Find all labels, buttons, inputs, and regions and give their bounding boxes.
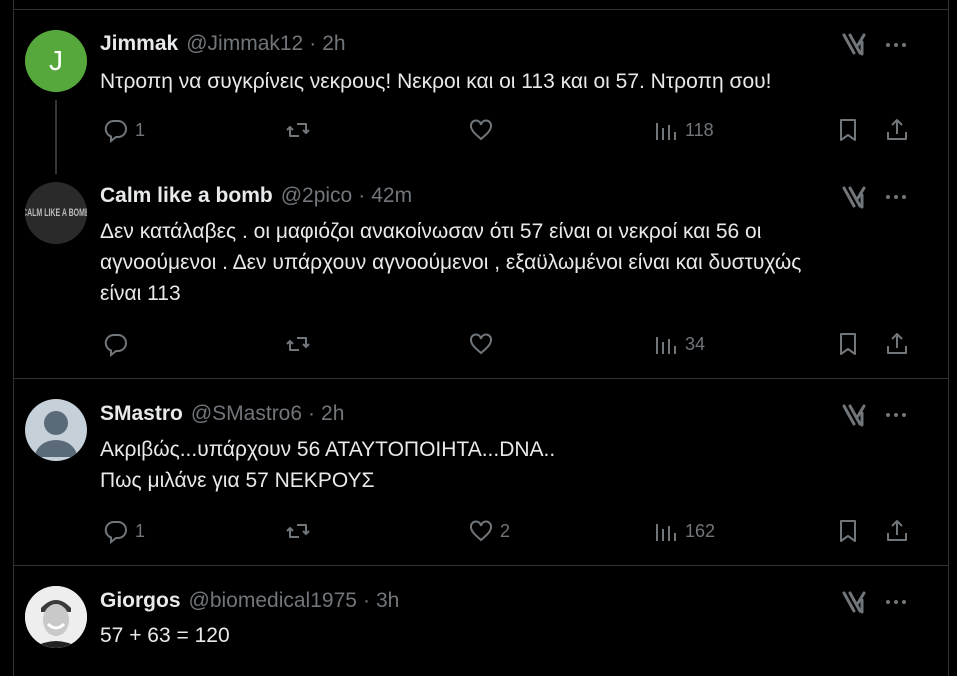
reply-icon (104, 333, 127, 357)
separator-dot: · (308, 402, 316, 425)
like-button[interactable] (468, 329, 500, 359)
tweet-text-line: Ντροπη να συγκρίνεις νεκρους! Νεκροι και… (100, 70, 772, 93)
retweet-button[interactable] (285, 329, 317, 359)
more-icon[interactable] (882, 401, 910, 429)
default-avatar-icon (35, 411, 77, 457)
avatar[interactable]: J (25, 30, 87, 92)
reply-button[interactable]: 1 (103, 115, 145, 145)
like-button[interactable]: 2 (468, 516, 510, 546)
user-name[interactable]: Giorgos (100, 589, 181, 613)
tweet-header: Jimmak @Jimmak12 · 2h (100, 32, 346, 56)
bookmark-icon (840, 119, 856, 141)
view-count: 118 (685, 119, 714, 140)
reply-count: 1 (135, 520, 146, 541)
user-handle[interactable]: @biomedical1975 (189, 589, 357, 613)
retweet-button[interactable] (285, 516, 317, 546)
tweet-text-line: είναι 113 (100, 282, 181, 305)
share-icon (887, 333, 907, 354)
user-name[interactable]: Jimmak (100, 32, 178, 56)
more-icon[interactable] (882, 183, 910, 211)
like-icon (470, 333, 492, 355)
view-count: 162 (685, 520, 716, 541)
views-button[interactable]: 34 (653, 329, 705, 359)
timestamp[interactable]: 3h (376, 589, 399, 613)
tweet-actions: 1 118 (100, 115, 920, 145)
thread-connector (55, 100, 57, 174)
retweet-icon (286, 524, 310, 538)
like-icon (470, 520, 492, 542)
separator-dot: · (358, 184, 366, 207)
reply-count: 1 (135, 119, 146, 140)
bookmark-button[interactable] (835, 115, 861, 145)
grok-icon[interactable] (840, 401, 868, 429)
user-handle[interactable]: @2pico (281, 184, 353, 208)
separator-dot: · (309, 32, 317, 55)
reply-icon (104, 119, 127, 143)
tweet-text-line: 57 + 63 = 120 (100, 624, 230, 647)
tweet-actions: 34 (100, 329, 920, 359)
share-icon (887, 119, 907, 140)
tweet-header: Giorgos @biomedical1975 · 3h (100, 589, 399, 613)
like-icon (470, 119, 492, 141)
timestamp[interactable]: 2h (322, 32, 345, 56)
view-count: 34 (685, 333, 706, 354)
retweet-button[interactable] (285, 115, 317, 145)
tweet-text-line: Δεν κατάλαβες . οι μαφιόζοι ανακοίνωσαν … (100, 220, 762, 243)
share-button[interactable] (884, 516, 910, 546)
tweet-header: SMastro @SMastro6 · 2h (100, 402, 344, 426)
reply-button[interactable] (103, 329, 135, 359)
user-name[interactable]: Calm like a bomb (100, 184, 273, 208)
bookmark-icon (840, 333, 856, 355)
views-icon (656, 337, 676, 354)
avatar[interactable] (25, 399, 87, 461)
more-icon[interactable] (882, 588, 910, 616)
user-name[interactable]: SMastro (100, 402, 183, 426)
divider (13, 9, 949, 10)
retweet-icon (286, 337, 310, 351)
reply-button[interactable]: 1 (103, 516, 145, 546)
separator-dot: · (362, 589, 370, 612)
user-handle[interactable]: @Jimmak12 (186, 32, 303, 56)
avatar[interactable]: CALM LIKE A BOMB (25, 182, 87, 244)
bookmark-button[interactable] (835, 329, 861, 359)
retweet-icon (286, 123, 310, 137)
tweet-text-line: Πως μιλάνε για 57 ΝΕΚΡΟΥΣ (100, 469, 375, 492)
like-button[interactable] (468, 115, 500, 145)
tweet-text: Δεν κατάλαβες . οι μαφιόζοι ανακοίνωσαν … (100, 216, 915, 309)
tweet-text-line: Ακριβώς...υπάρχουν 56 ΑΤΑΥΤΟΠΟΙΗΤΑ...DNA… (100, 438, 556, 461)
tweet-text: Ντροπη να συγκρίνεις νεκρους! Νεκροι και… (100, 66, 915, 97)
views-button[interactable]: 118 (653, 115, 714, 145)
avatar[interactable] (25, 586, 87, 648)
timestamp[interactable]: 42m (371, 184, 412, 208)
tweet-actions: 1 2 162 (100, 516, 920, 546)
tweet-text: Ακριβώς...υπάρχουν 56 ΑΤΑΥΤΟΠΟΙΗΤΑ...DNA… (100, 434, 915, 496)
like-count: 2 (500, 520, 511, 541)
avatar-letter: J (49, 45, 63, 76)
more-icon[interactable] (882, 31, 910, 59)
divider (13, 378, 949, 379)
views-button[interactable]: 162 (653, 516, 715, 546)
user-handle[interactable]: @SMastro6 (191, 402, 302, 426)
profile-photo (25, 586, 87, 648)
bookmark-button[interactable] (835, 516, 861, 546)
divider (13, 565, 949, 566)
tweet-text: 57 + 63 = 120 (100, 620, 915, 651)
column-border-right (948, 0, 949, 676)
tweet-header: Calm like a bomb @2pico · 42m (100, 184, 412, 208)
column-border-left (13, 0, 14, 676)
grok-icon[interactable] (840, 30, 868, 58)
tweet-text-line: αγνοούμενοι . Δεν υπάρχουν αγνοούμενοι ,… (100, 251, 802, 274)
bookmark-icon (840, 520, 856, 542)
timestamp[interactable]: 2h (321, 402, 344, 426)
share-icon (887, 520, 907, 541)
reply-icon (104, 520, 127, 544)
views-icon (656, 123, 676, 140)
avatar-logo: CALM LIKE A BOMB (25, 207, 87, 219)
views-icon (656, 524, 676, 541)
share-button[interactable] (884, 329, 910, 359)
share-button[interactable] (884, 115, 910, 145)
grok-icon[interactable] (840, 183, 868, 211)
grok-icon[interactable] (840, 588, 868, 616)
